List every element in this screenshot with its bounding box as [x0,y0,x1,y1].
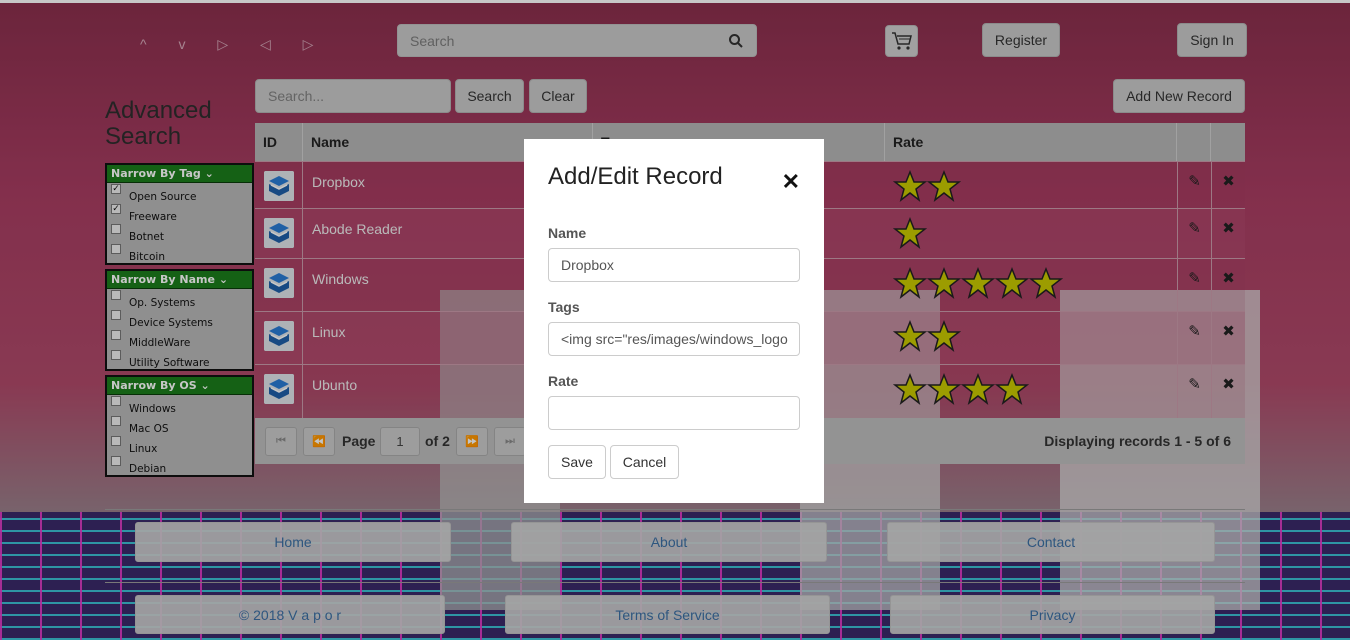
close-icon[interactable]: ✕ [782,169,800,195]
rate-label: Rate [548,373,579,389]
name-label: Name [548,225,587,241]
add-edit-record-dialog: Add/Edit Record ✕ Name Dropbox Tags <img… [524,139,824,503]
tags-field[interactable]: <img src="res/images/windows_logo [548,322,800,356]
save-button[interactable]: Save [548,445,606,479]
name-field[interactable]: Dropbox [548,248,800,282]
rate-field[interactable] [548,396,800,430]
tags-label: Tags [548,299,580,315]
dialog-title: Add/Edit Record [548,163,723,190]
cancel-button[interactable]: Cancel [610,445,679,479]
